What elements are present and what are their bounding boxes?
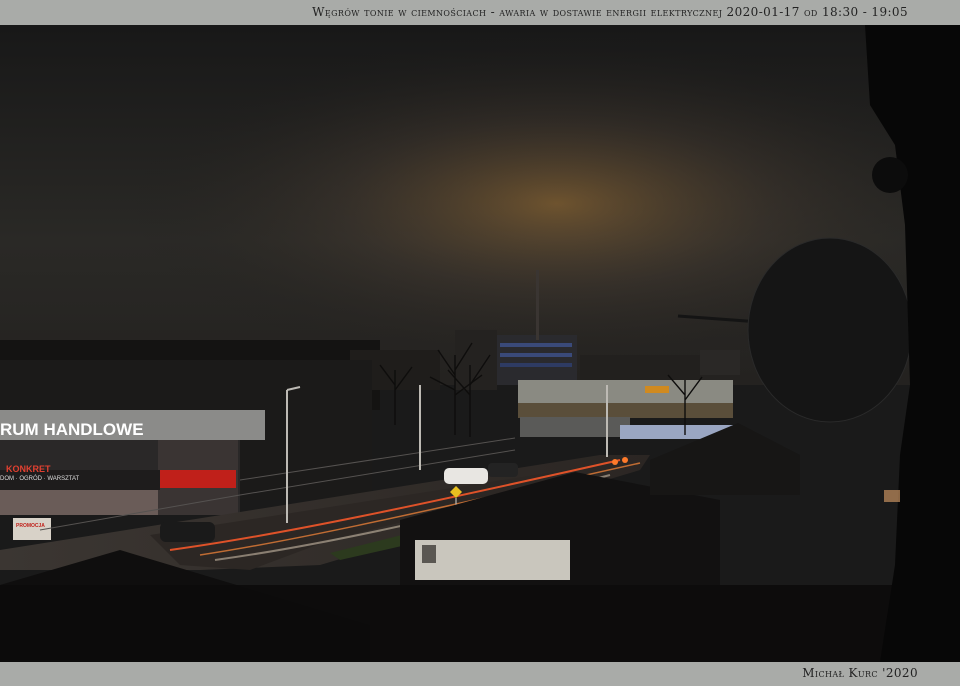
mall-sign: RUM HANDLOWE [0,420,144,439]
promo-poster: PROMOCJA [16,523,45,529]
shop-sign: KONKRET [6,464,51,474]
photo-credit: Michał Kurc '2020 [802,666,918,680]
credit-bar: Michał Kurc '2020 [0,662,960,686]
lit-store [518,380,740,439]
photo-caption: Węgrów tonie w ciemnościach - awaria w d… [312,5,908,19]
caption-bar: Węgrów tonie w ciemnościach - awaria w d… [0,0,960,25]
shop-subsign: DOM · OGRÓD · WARSZTAT [0,475,80,482]
night-city-photo: RUM HANDLOWE KONKRET DOM · OGRÓD · WARSZ… [0,25,960,662]
